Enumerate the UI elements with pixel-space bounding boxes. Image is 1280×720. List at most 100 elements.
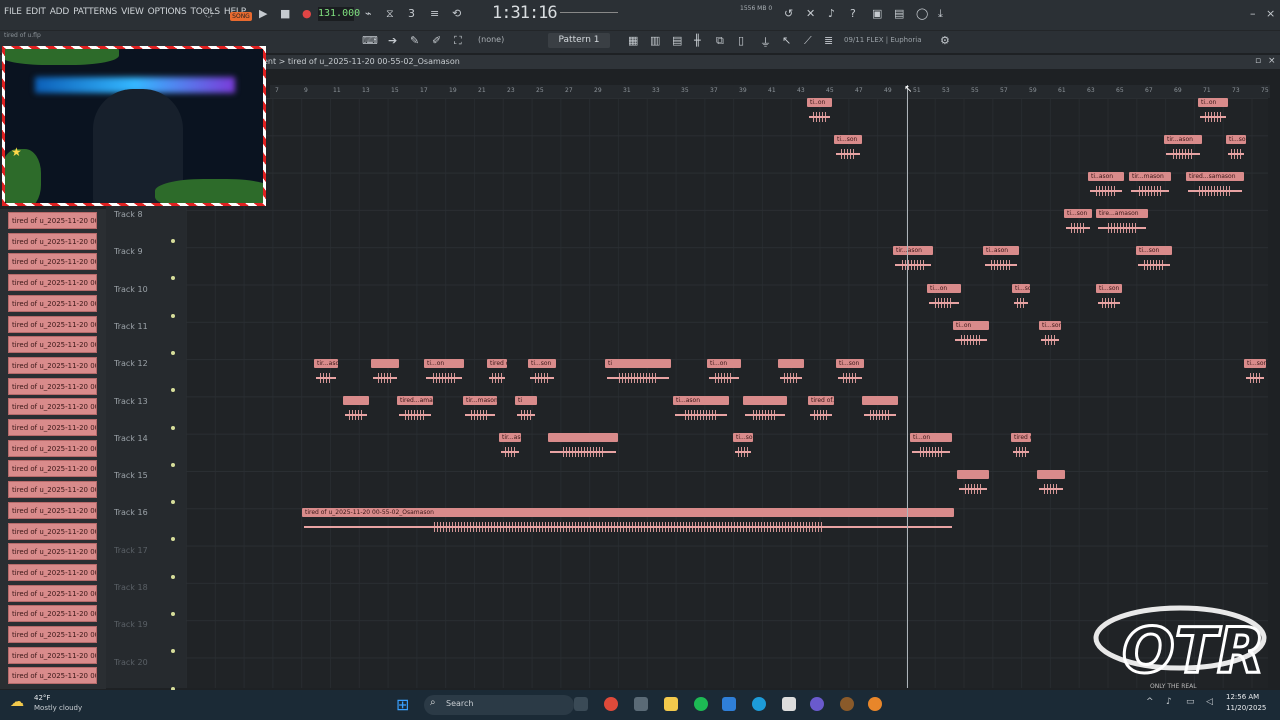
audio-clip[interactable] (548, 433, 618, 461)
track-mute-led[interactable] (171, 462, 175, 467)
audio-clip[interactable]: ti...ason (673, 396, 729, 424)
clip-list-item[interactable]: tired of u_2025-11-20 00... (8, 398, 97, 416)
windows-start-icon[interactable]: ⊞ (396, 695, 409, 714)
close-playlist-icon[interactable]: × (1268, 56, 1276, 66)
audio-clip[interactable]: ti...on (707, 359, 741, 387)
menu-add[interactable]: ADD (50, 7, 70, 17)
clip-list-item[interactable]: tired of u_2025-11-20 00... (8, 232, 97, 250)
track-mute-led[interactable] (171, 574, 175, 579)
paint-icon[interactable]: ✐ (432, 34, 441, 47)
track-mute-led[interactable] (171, 239, 175, 243)
plugin-icon[interactable]: ⧉ (716, 34, 724, 48)
step-icon[interactable]: ≡ (430, 7, 439, 20)
clip-list-item[interactable]: tired of u_2025-11-20 00... (8, 439, 97, 457)
audio-clip[interactable]: ti..on (953, 321, 989, 349)
clip-list-item[interactable]: tired of u_2025-11-20 00... (8, 626, 97, 643)
browser-icon[interactable]: ▤ (894, 7, 904, 20)
track-name[interactable]: Track 12 (114, 359, 148, 368)
network-icon[interactable]: ▭ (1186, 697, 1195, 707)
audio-clip-long[interactable]: tired of u_2025-11-20 00-55-02_Osamason (302, 508, 954, 536)
weather-temp[interactable]: 42°F (34, 694, 50, 702)
track-name[interactable]: Track 11 (114, 322, 148, 331)
audio-clip[interactable]: tir...ason (893, 246, 933, 274)
keyboard-icon[interactable]: ⌨ (362, 34, 378, 47)
audio-clip[interactable]: ti...on (927, 284, 961, 312)
channel-rack-icon[interactable]: ▥ (650, 34, 660, 47)
mixer-icon[interactable]: ▦ (628, 34, 638, 47)
audio-clip[interactable] (371, 359, 399, 387)
track-name[interactable]: Track 8 (114, 210, 143, 219)
clip-list-item[interactable]: tired of u_2025-11-20 00... (8, 419, 97, 436)
audio-clip[interactable]: ti..on (807, 98, 832, 126)
playhead[interactable] (907, 85, 908, 688)
audio-clip[interactable]: ti...son (836, 359, 864, 387)
audio-clip[interactable] (778, 359, 804, 387)
edge-icon[interactable] (752, 697, 766, 711)
clip-list-item[interactable]: tired of u_2025-11-20 00... (8, 377, 97, 395)
audio-clip[interactable]: ti...son (733, 433, 753, 461)
audio-clip[interactable]: ti...son (834, 135, 862, 163)
audio-clip[interactable]: tir...ason (1164, 135, 1202, 163)
audio-clip[interactable]: tired of u_2025-11-20 00-55-02_Osamason (1011, 433, 1031, 461)
audio-clip[interactable] (1037, 470, 1065, 498)
discord-icon[interactable] (810, 697, 824, 711)
tools-icon[interactable]: ✕ (806, 7, 815, 20)
clip-list-item[interactable]: tired of u_2025-11-20 00... (8, 336, 97, 354)
clip-list-item[interactable]: tired of u_2025-11-20 00... (8, 315, 97, 333)
clip-list-item[interactable]: tired of u_2025-11-20 00... (8, 212, 97, 229)
song-mode-toggle[interactable]: SONG (230, 12, 252, 21)
clip-list-item[interactable]: tired of u_2025-11-20 00... (8, 481, 97, 499)
capcut-icon[interactable] (782, 697, 796, 711)
track-name[interactable]: Track 19 (114, 620, 148, 629)
piano-roll-icon[interactable]: ▤ (672, 34, 682, 47)
obs-icon[interactable] (840, 697, 854, 711)
chrome-icon[interactable] (604, 697, 618, 711)
audio-clip[interactable]: tired...samason (1186, 172, 1244, 200)
stamp-icon[interactable]: ⛶ (454, 34, 462, 48)
menu-file[interactable]: FILE (4, 7, 22, 17)
playlist-icon[interactable]: ╫ (694, 34, 701, 47)
timeline-ruler[interactable]: 7 9 11 13 15 17 19 21 23 25 27 29 31 33 35 37 39 41 43 45 47… (270, 85, 1270, 98)
menu-patterns[interactable]: PATTERNS (73, 7, 117, 17)
audio-clip[interactable]: ti...son (1039, 321, 1061, 349)
audio-clip[interactable] (743, 396, 787, 424)
help-icon[interactable]: ? (850, 7, 856, 20)
file-explorer-icon[interactable] (664, 697, 678, 711)
arrow-icon[interactable]: ➔ (388, 34, 397, 47)
weather-icon[interactable]: ☁ (10, 694, 24, 710)
track-name[interactable]: Track 10 (114, 285, 148, 294)
weather-desc[interactable]: Mostly cloudy (34, 704, 82, 712)
download-icon[interactable]: ⤓ (938, 7, 943, 21)
save-icon[interactable]: ▣ (872, 7, 882, 20)
audio-clip[interactable]: tired o...samason (487, 359, 507, 387)
fl-studio-icon[interactable] (868, 697, 882, 711)
media-icon[interactable] (634, 697, 648, 711)
audio-clip[interactable]: ti (605, 359, 671, 387)
audio-clip[interactable]: ti...son (1136, 246, 1172, 274)
audio-clip[interactable]: tir...ason (499, 433, 521, 461)
maximize-icon[interactable]: ▫ (1255, 56, 1261, 66)
track-name[interactable]: Track 18 (114, 583, 148, 592)
audio-clip[interactable]: tired...amason (397, 396, 433, 424)
audio-clip[interactable] (957, 470, 989, 498)
snap-selector[interactable]: (none) (478, 35, 504, 44)
audio-clip[interactable]: ti...son (1096, 284, 1122, 312)
menu-view[interactable]: VIEW (121, 7, 144, 17)
menu-options[interactable]: OPTIONS (148, 7, 187, 17)
clock-time[interactable]: 12:56 AM (1226, 693, 1259, 701)
track-name[interactable]: Track 20 (114, 658, 148, 667)
track-name[interactable]: Track 15 (114, 471, 148, 480)
countdown-icon[interactable]: 3 (408, 7, 415, 20)
minimize-icon[interactable]: – (1250, 7, 1256, 20)
audio-clip[interactable]: tir...mason (1129, 172, 1171, 200)
spotify-icon[interactable] (694, 697, 708, 711)
clip-list-item[interactable]: tired of u_2025-11-20 00... (8, 460, 97, 478)
volume-icon[interactable]: ◁ (1206, 697, 1213, 707)
clip-list-item[interactable]: tired of u_2025-11-20 00... (8, 522, 97, 540)
cursor-icon[interactable]: ↖ (782, 34, 791, 47)
clip-list-item[interactable]: tired of u_2025-11-20 00... (8, 605, 97, 623)
track-name[interactable]: Track 17 (114, 546, 148, 555)
chevron-up-icon[interactable]: ^ (1146, 697, 1154, 707)
gear-icon[interactable]: ⚙ (940, 34, 950, 47)
loop-record-icon[interactable]: ⟲ (452, 7, 461, 20)
